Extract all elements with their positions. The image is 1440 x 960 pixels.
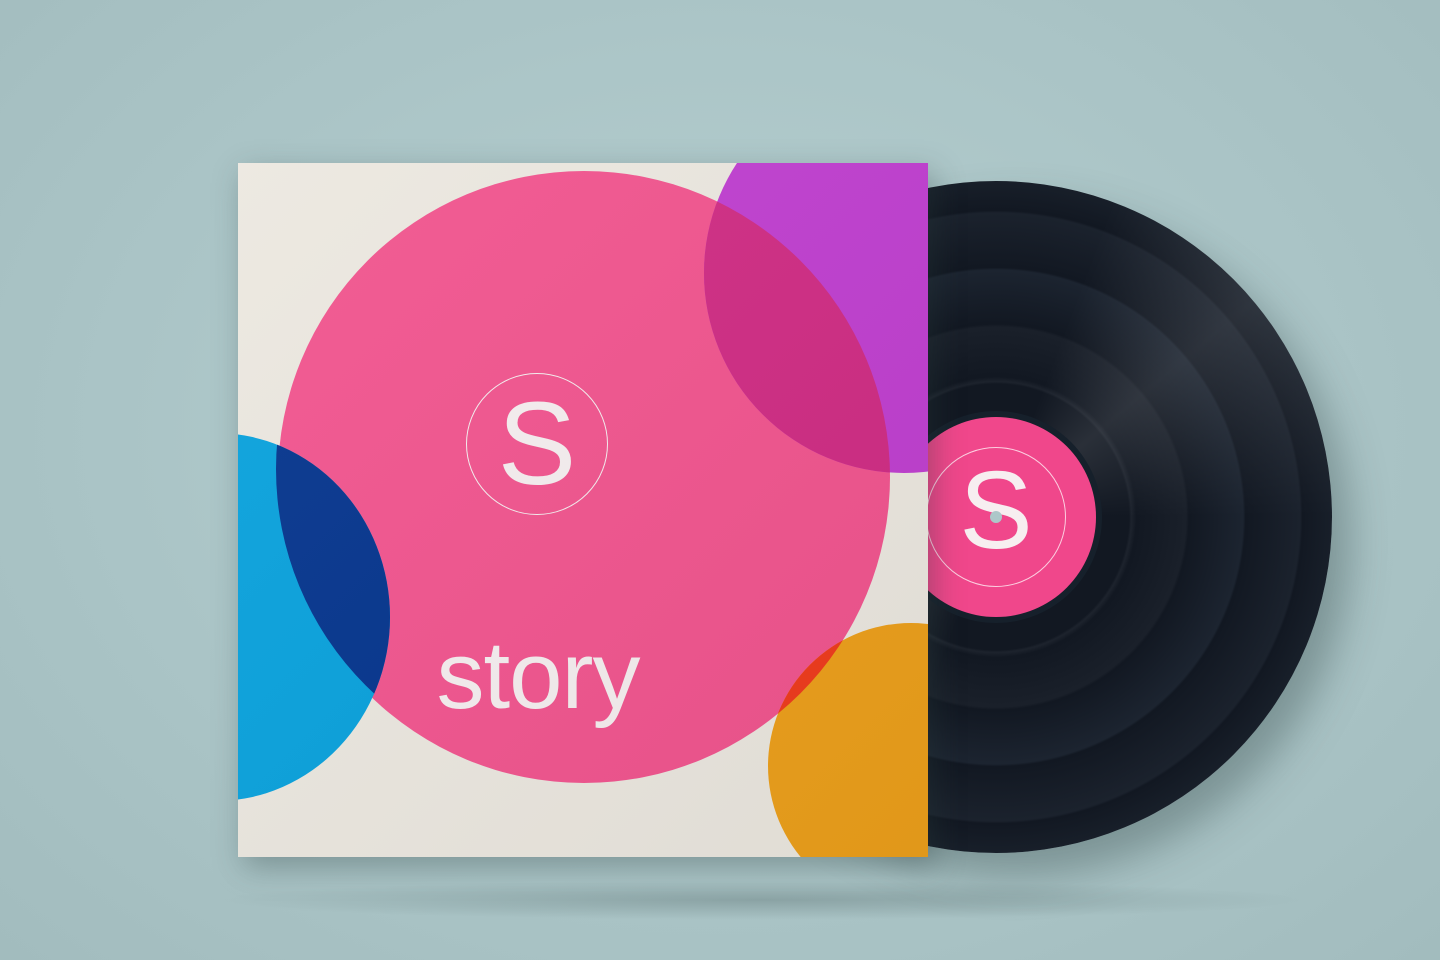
- logo-letter: S: [497, 378, 577, 510]
- floor-shadow: [210, 880, 1310, 920]
- product-mockup-scene: S S story: [0, 0, 1440, 960]
- album-sleeve: S story: [238, 163, 928, 857]
- vinyl-spindle-hole: [990, 511, 1002, 523]
- album-title: story: [436, 622, 640, 729]
